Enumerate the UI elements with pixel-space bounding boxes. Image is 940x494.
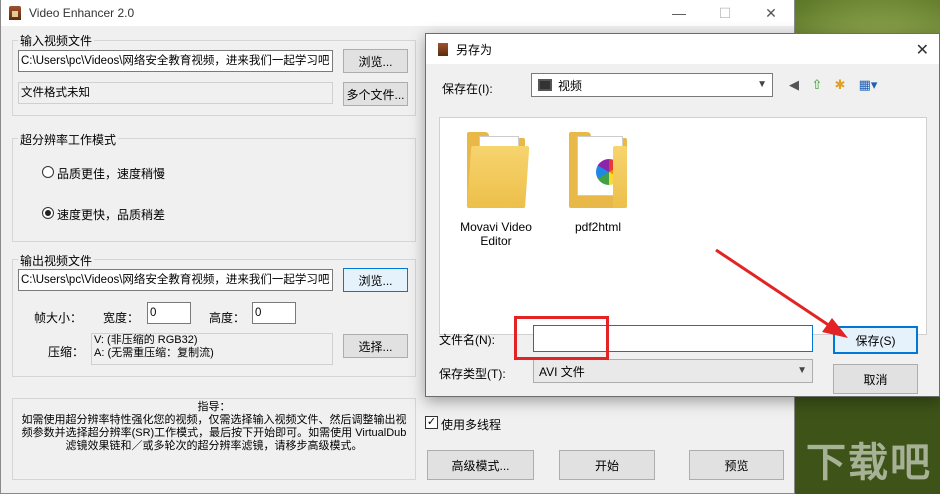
save-in-label: 保存在(I):: [442, 82, 493, 96]
dialog-title-bar: 另存为 ✕: [426, 34, 939, 64]
height-label: 高度：: [209, 311, 246, 325]
width-label: 宽度：: [103, 311, 140, 325]
compression-label: 压缩：: [48, 345, 85, 359]
save-button[interactable]: 保存(S): [833, 326, 918, 354]
compression-info: V: (非压缩的 RGB32) A: (无需重压缩：复制流): [91, 333, 333, 365]
title-bar: Video Enhancer 2.0 — ☐ ✕: [1, 0, 794, 26]
sr-mode-group: [12, 138, 416, 242]
multithread-label[interactable]: 使用多线程: [441, 416, 501, 433]
file-item[interactable]: pdf2html: [548, 132, 648, 234]
multithread-checkbox[interactable]: ✓: [425, 416, 438, 429]
window-title: Video Enhancer 2.0: [29, 6, 135, 20]
output-video-group-label: 输出视频文件: [18, 252, 95, 269]
multi-file-button[interactable]: 多个文件...: [343, 82, 408, 106]
input-browse-button[interactable]: 浏览...: [343, 49, 408, 73]
file-list: Movavi Video Editor pdf2html: [439, 117, 927, 335]
width-input[interactable]: 0: [147, 302, 191, 324]
view-menu-icon[interactable]: ▦▾: [856, 77, 880, 93]
input-path-field[interactable]: C:\Users\pc\Videos\网络安全教育视频，进来我们一起学习吧: [18, 50, 333, 72]
filetype-dropdown[interactable]: AVI 文件 ▼: [533, 359, 813, 383]
filename-label: 文件名(N):: [439, 333, 495, 347]
file-name-line2: Editor: [480, 234, 512, 248]
dialog-app-icon: [438, 42, 448, 56]
file-name: pdf2html: [574, 220, 622, 234]
filetype-value: AVI 文件: [539, 364, 585, 379]
guide-title: 指导：: [197, 401, 231, 413]
speed-mode-label[interactable]: 速度更快，品质稍差: [57, 206, 165, 223]
output-browse-button[interactable]: 浏览...: [343, 268, 408, 292]
app-icon: [9, 6, 21, 20]
dialog-close-icon[interactable]: ✕: [916, 40, 929, 60]
new-folder-icon[interactable]: ✱: [832, 77, 848, 93]
file-item[interactable]: Movavi Video Editor: [446, 132, 546, 248]
close-button[interactable]: ✕: [748, 0, 794, 26]
minimize-button[interactable]: —: [656, 0, 702, 26]
advanced-mode-button[interactable]: 高级模式...: [427, 450, 534, 480]
filetype-label: 保存类型(T):: [439, 367, 506, 381]
save-as-dialog: 另存为 ✕ 保存在(I): 视频 ▼ ◀ ⇧ ✱ ▦▾ Movavi Video…: [425, 33, 940, 397]
preview-button[interactable]: 预览: [689, 450, 784, 480]
up-folder-icon[interactable]: ⇧: [809, 77, 825, 93]
folder-with-pinwheel-icon: [569, 132, 627, 208]
chevron-down-icon: ▼: [797, 365, 807, 376]
quality-mode-radio[interactable]: [42, 166, 54, 178]
file-name: Movavi Video: [460, 220, 532, 234]
watermark: 下载吧: [806, 440, 932, 486]
video-folder-icon: [538, 79, 552, 91]
chevron-down-icon: ▼: [757, 79, 767, 90]
compression-audio-text: A: (无需重压缩：复制流): [94, 347, 214, 359]
cancel-button[interactable]: 取消: [833, 364, 918, 394]
back-icon[interactable]: ◀: [786, 77, 802, 93]
annotation-highlight-box: [514, 316, 609, 360]
save-in-value: 视频: [558, 78, 583, 93]
maximize-button[interactable]: ☐: [702, 0, 748, 26]
sr-mode-group-label: 超分辨率工作模式: [18, 131, 119, 148]
select-compression-button[interactable]: 选择...: [343, 334, 408, 358]
input-video-group-label: 输入视频文件: [18, 32, 95, 49]
compression-video-text: V: (非压缩的 RGB32): [94, 334, 198, 346]
start-button[interactable]: 开始: [559, 450, 655, 480]
folder-icon: [467, 132, 530, 208]
speed-mode-radio[interactable]: [42, 207, 54, 219]
quality-mode-label[interactable]: 品质更佳，速度稍慢: [57, 165, 165, 182]
guide-text: 如需使用超分辨率特性强化您的视频，仅需选择输入视频文件、然后调整输出视频参数并选…: [21, 414, 407, 452]
output-path-field[interactable]: C:\Users\pc\Videos\网络安全教育视频，进来我们一起学习吧: [18, 269, 333, 291]
guide-panel: 指导： 如需使用超分辨率特性强化您的视频，仅需选择输入视频文件、然后调整输出视频…: [12, 398, 416, 480]
height-input[interactable]: 0: [252, 302, 296, 324]
dialog-title: 另存为: [456, 42, 493, 57]
file-format-text: 文件格式未知: [18, 82, 333, 104]
save-in-dropdown[interactable]: 视频 ▼: [531, 73, 773, 97]
frame-size-label: 帧大小：: [34, 311, 83, 325]
